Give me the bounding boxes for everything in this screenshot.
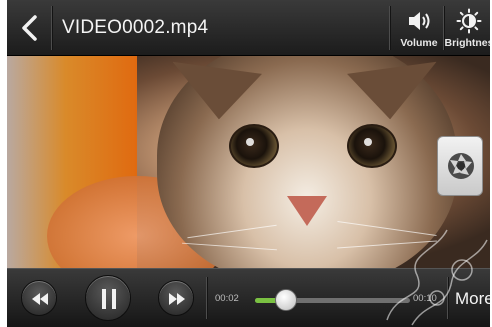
camera-shutter-icon xyxy=(448,153,474,179)
pause-button[interactable] xyxy=(85,275,131,321)
chevron-left-icon xyxy=(22,15,37,41)
brightness-button[interactable]: Brightnes xyxy=(444,4,490,54)
divider xyxy=(51,6,52,50)
rewind-icon xyxy=(32,293,48,305)
speaker-icon xyxy=(409,12,430,30)
brightness-label: Brightnes xyxy=(444,37,490,49)
divider xyxy=(447,277,448,319)
volume-label: Volume xyxy=(400,37,438,49)
rewind-button[interactable] xyxy=(21,280,57,316)
video-player-screen: VIDEO0002.mp4 Volume Brightnes 00:02 00:… xyxy=(7,0,490,327)
playback-controls: 00:02 00:10 More xyxy=(7,268,490,327)
fast-forward-icon xyxy=(169,293,185,305)
pause-icon xyxy=(102,289,116,309)
fast-forward-button[interactable] xyxy=(158,280,194,316)
volume-button[interactable]: Volume xyxy=(394,4,444,54)
video-frame[interactable] xyxy=(7,56,490,268)
cat-eye xyxy=(229,124,279,168)
seek-handle[interactable] xyxy=(275,289,297,311)
cat-eye xyxy=(347,124,397,168)
total-duration: 00:10 xyxy=(413,293,437,304)
top-action-bar: VIDEO0002.mp4 Volume Brightnes xyxy=(7,0,490,56)
more-button[interactable]: More xyxy=(455,289,490,309)
divider xyxy=(206,277,207,319)
elapsed-time: 00:02 xyxy=(215,293,239,304)
back-button[interactable] xyxy=(15,12,45,44)
snapshot-button[interactable] xyxy=(437,136,483,196)
page-title: VIDEO0002.mp4 xyxy=(62,17,209,38)
divider xyxy=(389,6,390,50)
sun-icon xyxy=(456,8,482,34)
